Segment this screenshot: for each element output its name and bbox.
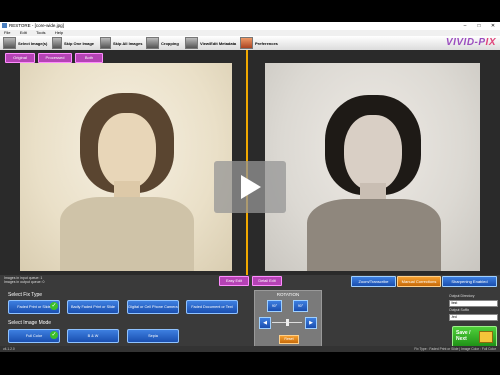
title-bar: RESTORE - [core-wide.jpg] – □ ✕ xyxy=(0,22,500,30)
fix-document-label: Faded Document or Text xyxy=(191,304,233,309)
fix-faded-print-button[interactable]: Faded Print or Slide ✓ xyxy=(8,300,60,314)
skip-one-label: Skip One Image xyxy=(64,40,95,46)
video-play-button[interactable] xyxy=(214,161,286,213)
zoom-transcribe-button[interactable]: Zoom/Transcribe xyxy=(351,276,396,287)
vividpix-logo: VIVID-PIX xyxy=(445,37,496,48)
detail-edit-button[interactable]: Detail Edit xyxy=(252,276,282,286)
face-shape xyxy=(98,113,156,189)
close-button[interactable]: ✕ xyxy=(486,22,500,30)
skip-one-button[interactable]: Skip One Image xyxy=(52,37,94,49)
image-mode-label: Select Image Mode xyxy=(8,320,52,326)
rotation-panel: ROTATION 90° 90° ◀ ▶ Reset xyxy=(254,290,322,349)
view-processed-button[interactable]: Processed xyxy=(38,53,72,63)
output-directory-label: Output Directory xyxy=(449,294,475,298)
mode-sepia-button[interactable]: Sepia xyxy=(127,329,179,343)
fix-digital-camera-button[interactable]: Digital or Cell Phone Camera xyxy=(127,300,179,314)
mode-full-color-label: Full Color xyxy=(25,333,43,338)
skip-all-label: Skip All Images xyxy=(113,40,143,46)
metadata-button[interactable]: View/Edit Metadata xyxy=(185,37,236,49)
face-shape xyxy=(344,115,402,191)
toolbar: Select Image(s) Skip One Image Skip All … xyxy=(0,36,500,50)
easy-edit-button[interactable]: Easy Edit xyxy=(219,276,249,286)
fix-badly-faded-label: Badly Faded Print or Slide xyxy=(70,304,116,309)
fix-faded-print-label: Faded Print or Slide xyxy=(17,304,51,309)
folder-icon xyxy=(479,331,493,343)
app-icon xyxy=(2,23,7,28)
fix-digital-camera-label: Digital or Cell Phone Camera xyxy=(128,304,178,309)
rotate-ccw-button[interactable]: 90° xyxy=(267,300,282,312)
preferences-label: Preferences xyxy=(255,40,278,46)
fix-type-label: Select Fix Type xyxy=(8,292,43,298)
fix-document-button[interactable]: Faded Document or Text xyxy=(186,300,238,314)
metadata-icon xyxy=(185,37,198,49)
maximize-button[interactable]: □ xyxy=(472,22,486,30)
metadata-label: View/Edit Metadata xyxy=(200,40,237,46)
minimize-button[interactable]: – xyxy=(458,22,472,30)
original-photo xyxy=(20,63,232,271)
dress-shape xyxy=(307,199,441,271)
straighten-left-button[interactable]: ◀ xyxy=(259,317,271,329)
cropping-button[interactable]: Cropping xyxy=(146,37,179,49)
status-bar: v4.1.2.0 Fix Type : Faded Print or Slide… xyxy=(0,346,500,352)
camera-icon xyxy=(3,37,16,49)
mode-full-color-button[interactable]: Full Color ✓ xyxy=(8,329,60,343)
save-next-button[interactable]: Save / Next xyxy=(452,326,497,348)
skip-one-icon xyxy=(52,37,62,49)
sharpening-button[interactable]: Sharpening Enabled xyxy=(442,276,497,287)
output-queue-count: Images in output queue: 0 xyxy=(4,280,45,284)
tools-icon xyxy=(240,37,253,49)
crop-icon xyxy=(146,37,159,49)
select-images-button[interactable]: Select Image(s) xyxy=(3,37,47,49)
save-next-label: Save / Next xyxy=(456,330,471,342)
fix-badly-faded-button[interactable]: Badly Faded Print or Slide xyxy=(67,300,119,314)
processed-photo xyxy=(265,63,480,271)
select-images-label: Select Image(s) xyxy=(18,40,48,46)
play-icon xyxy=(241,175,261,199)
manual-corrections-button[interactable]: Manual Corrections xyxy=(397,276,441,287)
view-both-button[interactable]: Both xyxy=(75,53,103,63)
dress-shape xyxy=(60,197,194,271)
mode-sepia-label: Sepia xyxy=(148,333,158,338)
view-original-button[interactable]: Original xyxy=(5,53,35,63)
skip-all-icon xyxy=(100,37,111,49)
output-suffix-label: Output Suffix xyxy=(449,308,470,312)
straighten-slider-thumb[interactable] xyxy=(286,319,289,326)
window-title: RESTORE - [core-wide.jpg] xyxy=(9,23,64,28)
output-directory-field[interactable]: /test xyxy=(449,300,498,307)
skip-all-button[interactable]: Skip All Images xyxy=(100,37,142,49)
version-text: v4.1.2.0 xyxy=(3,347,15,351)
mode-bw-button[interactable]: B & W xyxy=(67,329,119,343)
straighten-right-button[interactable]: ▶ xyxy=(305,317,317,329)
status-summary: Fix Type : Faded Print or Slide | Image … xyxy=(414,347,496,351)
rotate-cw-button[interactable]: 90° xyxy=(293,300,308,312)
cropping-label: Cropping xyxy=(161,40,179,46)
output-suffix-field[interactable]: -fed xyxy=(449,314,498,321)
preferences-button[interactable]: Preferences xyxy=(240,37,278,49)
check-icon: ✓ xyxy=(50,302,58,310)
check-icon: ✓ xyxy=(50,331,58,339)
rotation-reset-button[interactable]: Reset xyxy=(279,335,299,344)
rotation-label: ROTATION xyxy=(276,292,300,297)
mode-bw-label: B & W xyxy=(87,333,99,338)
